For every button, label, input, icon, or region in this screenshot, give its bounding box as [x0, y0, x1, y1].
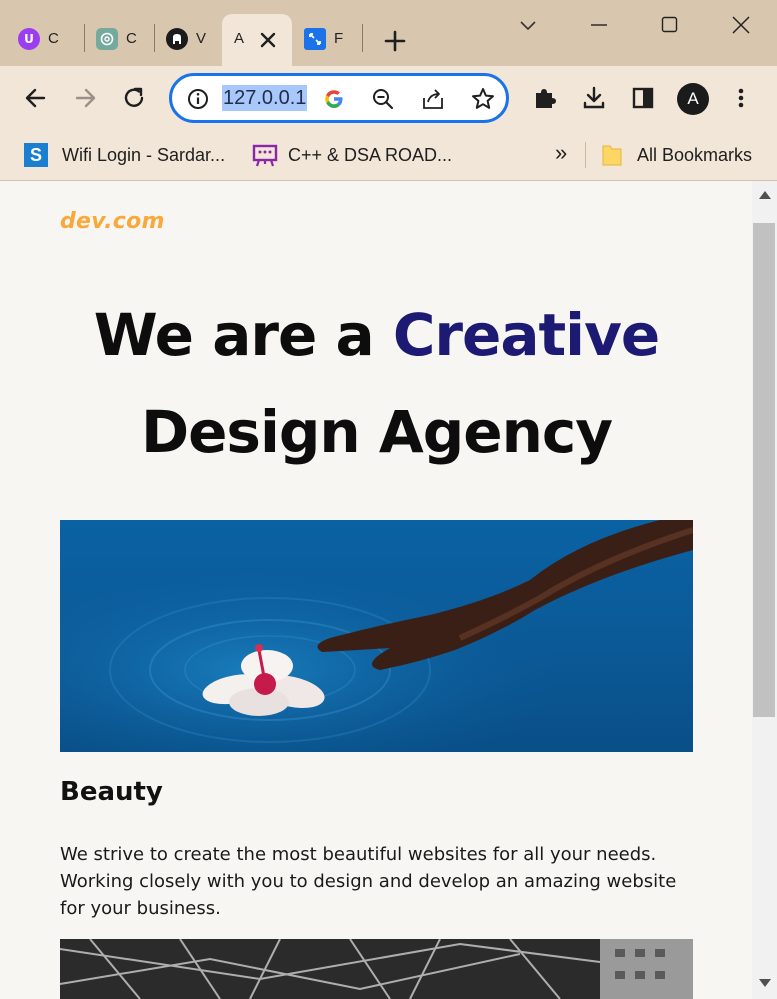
- all-bookmarks-folder[interactable]: All Bookmarks: [601, 142, 752, 168]
- architecture-image: [60, 939, 693, 999]
- page-scrollbar[interactable]: [752, 181, 777, 999]
- all-bookmarks-label: All Bookmarks: [637, 144, 753, 165]
- presentation-icon: [252, 144, 278, 167]
- side-panel-icon[interactable]: [629, 84, 657, 112]
- folder-icon: [602, 145, 622, 166]
- minimize-icon[interactable]: [588, 14, 610, 36]
- tab-separator: [84, 24, 85, 52]
- tab-title: C: [48, 30, 59, 47]
- browser-tab-5[interactable]: F: [296, 14, 358, 66]
- hero-accent-word: Creative: [392, 301, 660, 369]
- back-arrow-icon[interactable]: [22, 84, 50, 112]
- hero-image-hand-in-water: [60, 520, 693, 752]
- resize-app-icon: [304, 28, 326, 50]
- tab-separator: [362, 24, 363, 52]
- section-body-text: We strive to create the most beautiful w…: [60, 844, 677, 919]
- tab-search-chevron-down-icon[interactable]: [517, 14, 539, 36]
- browser-tab-2[interactable]: C: [88, 14, 150, 66]
- bookmark-wifi-login[interactable]: S Wifi Login - Sardar...: [24, 142, 225, 168]
- forward-arrow-icon[interactable]: [71, 84, 99, 112]
- section-title-beauty: Beauty: [60, 777, 163, 807]
- more-menu-icon[interactable]: [727, 84, 755, 112]
- hero-heading: We are a Creative Design Agency: [60, 287, 693, 481]
- bookmarks-overflow-chevron-icon[interactable]: »: [555, 140, 567, 166]
- maximize-icon[interactable]: [659, 14, 681, 36]
- scroll-up-arrow-icon[interactable]: [759, 191, 771, 199]
- tab-strip: U C C V A F: [0, 0, 777, 66]
- close-tab-icon[interactable]: [258, 30, 278, 50]
- hero-line1-text: We are a: [93, 301, 393, 369]
- u-app-icon: U: [18, 28, 40, 50]
- bookmarks-bar: S Wifi Login - Sardar... C++ & DSA ROAD.…: [0, 130, 777, 181]
- scroll-thumb[interactable]: [753, 223, 775, 717]
- extensions-puzzle-icon[interactable]: [531, 84, 559, 112]
- s-favicon-icon: S: [24, 143, 48, 167]
- tab-title: F: [334, 30, 344, 47]
- browser-tab-4-active[interactable]: A: [222, 14, 292, 66]
- bookmark-label: Wifi Login - Sardar...: [62, 144, 226, 165]
- chatgpt-icon: [96, 28, 118, 50]
- new-tab-plus-icon[interactable]: [382, 28, 408, 54]
- tab-title: V: [196, 30, 207, 47]
- share-icon[interactable]: [421, 87, 445, 111]
- tab-separator: [154, 24, 155, 52]
- tab-title: A: [234, 30, 245, 47]
- hero-line2-text: Design Agency: [140, 398, 613, 466]
- google-lens-icon[interactable]: [322, 87, 346, 111]
- bookmarks-divider: [585, 142, 586, 168]
- tab-title: C: [126, 30, 137, 47]
- downloads-icon[interactable]: [580, 84, 608, 112]
- reload-icon[interactable]: [120, 84, 148, 112]
- page-viewport: dev.com We are a Creative Design Agency: [0, 181, 777, 999]
- bookmark-label: C++ & DSA ROAD...: [288, 144, 453, 165]
- zoom-out-icon[interactable]: [371, 87, 395, 111]
- close-window-icon[interactable]: [730, 14, 752, 36]
- profile-avatar[interactable]: A: [677, 83, 709, 115]
- bookmark-star-icon[interactable]: [470, 86, 496, 112]
- address-url-text[interactable]: 127.0.0.1: [222, 85, 308, 111]
- bookmark-cpp-dsa-roadmap[interactable]: C++ & DSA ROAD...: [252, 142, 452, 168]
- site-logo[interactable]: dev.com: [60, 209, 165, 234]
- site-info-icon[interactable]: [186, 87, 210, 111]
- github-icon: [166, 28, 188, 50]
- browser-tab-3[interactable]: V: [158, 14, 220, 66]
- browser-tab-1[interactable]: U C: [18, 14, 80, 66]
- scroll-down-arrow-icon[interactable]: [759, 979, 771, 987]
